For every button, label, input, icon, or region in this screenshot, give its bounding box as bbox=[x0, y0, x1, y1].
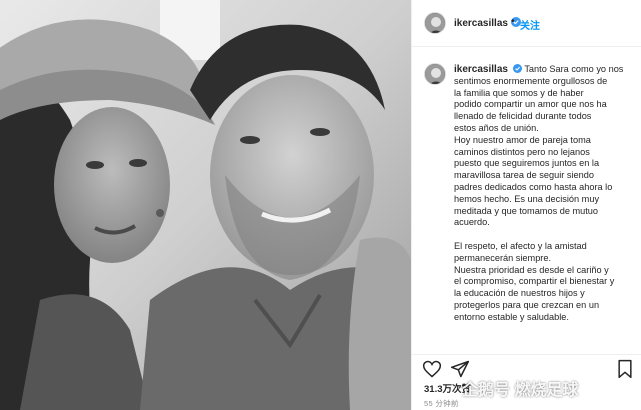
caption-line: acuerdo. bbox=[454, 217, 490, 228]
caption-line: hemos hecho. Es una decisión muy bbox=[454, 193, 600, 204]
username-text: ikercasillas bbox=[454, 18, 508, 29]
caption-line: padres dedicados como hasta ahora lo bbox=[454, 181, 613, 192]
post-photo[interactable] bbox=[0, 0, 411, 410]
caption-line: maravillosa tarea de seguir siendo bbox=[454, 170, 594, 181]
caption-line: estos años de unión. bbox=[454, 122, 539, 133]
follow-button[interactable]: 关注 bbox=[520, 17, 540, 32]
caption-line: la educación de nuestros hijos y bbox=[454, 288, 585, 299]
caption-line: protegerlos para que crezcan en un bbox=[454, 299, 600, 310]
like-button[interactable] bbox=[422, 359, 442, 379]
verified-badge-icon bbox=[512, 64, 522, 73]
post-side-panel: ikercasillas • 关注 ikercasillas Tanto Sar… bbox=[411, 0, 641, 410]
caption-line: la familia que somos y de haber bbox=[454, 87, 584, 98]
caption-line: entorno estable y saludable. bbox=[454, 311, 569, 322]
caption-line: podido compartir un amor que nos ha bbox=[454, 99, 607, 110]
caption-line: Tanto Sara como yo nos bbox=[524, 64, 624, 74]
caption-line: Hoy nuestro amor de pareja toma bbox=[454, 134, 591, 145]
caption-line: llenado de felicidad durante todos bbox=[454, 111, 592, 122]
caption-line: puesto que seguiremos juntos en la bbox=[454, 158, 600, 169]
caption-line: el compromiso, compartir el bienestar y bbox=[454, 276, 615, 287]
separator-dot: • bbox=[511, 16, 515, 27]
caption-line: sentimos enormemente orgullosos de bbox=[454, 75, 608, 86]
caption-avatar-image bbox=[425, 64, 445, 84]
caption-line: El respeto, el afecto y la amistad bbox=[454, 240, 587, 251]
bookmark-icon bbox=[618, 359, 632, 379]
caption-line: caminos distintos pero no lejanos bbox=[454, 146, 590, 157]
watermark-text: 企鹅号 燃烧足球 bbox=[462, 382, 579, 399]
caption-line: permanecerán siempre. bbox=[454, 252, 552, 263]
save-button[interactable] bbox=[615, 359, 635, 379]
caption-line: Nuestra prioridad es desde el cariño y bbox=[454, 264, 609, 275]
avatar[interactable] bbox=[424, 12, 446, 34]
caption-username[interactable]: ikercasillas bbox=[454, 64, 508, 75]
post-caption: ikercasillas Tanto Sara como yo nos sent… bbox=[454, 64, 634, 324]
instagram-post: ikercasillas • 关注 ikercasillas Tanto Sar… bbox=[0, 0, 641, 410]
heart-icon bbox=[422, 360, 442, 378]
couple-photo-illustration bbox=[0, 0, 411, 410]
avatar-image bbox=[425, 13, 445, 33]
post-timestamp: 55 分钟前 bbox=[424, 399, 459, 408]
post-header: ikercasillas • 关注 bbox=[412, 0, 641, 47]
caption-avatar[interactable] bbox=[424, 63, 446, 85]
caption-line: meditada y que tomamos de mutuo bbox=[454, 205, 599, 216]
